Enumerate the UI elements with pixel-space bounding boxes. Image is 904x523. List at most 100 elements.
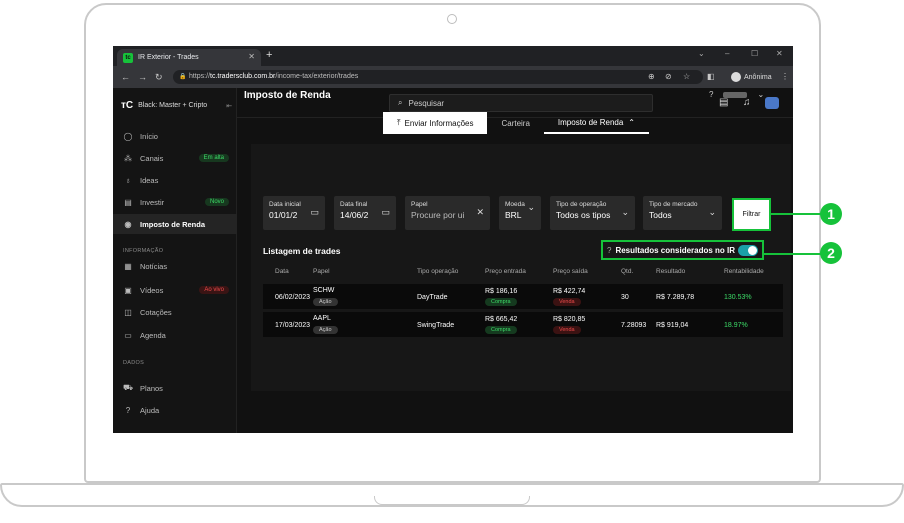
quotes-icon: ◫ xyxy=(124,307,132,317)
reload-icon[interactable]: ↻ xyxy=(155,72,163,83)
close-tab-icon[interactable]: ✕ xyxy=(248,52,255,61)
sidebar-item-investir[interactable]: ▤ Investir Novo xyxy=(113,192,237,212)
callout-marker-1: 1 xyxy=(820,203,842,225)
forward-icon[interactable]: → xyxy=(138,72,147,82)
new-tab-icon[interactable]: + xyxy=(266,49,272,61)
username-redacted xyxy=(723,91,748,98)
plan-name: Black: Master + Cripto xyxy=(138,102,208,109)
trade-date: 06/02/2023 xyxy=(275,294,311,301)
column-header-data[interactable]: Data xyxy=(275,268,289,275)
incognito-icon xyxy=(731,72,741,82)
tracking-blocked-icon[interactable]: ⊘ xyxy=(665,72,672,81)
avatar[interactable] xyxy=(765,97,779,109)
sidebar-item-agenda[interactable]: ▭ Agenda xyxy=(113,325,237,345)
entry-price: R$ 665,42 xyxy=(485,316,518,323)
collapse-sidebar-icon[interactable]: ⇤ xyxy=(226,102,232,110)
tab-label: Enviar Informações xyxy=(404,118,474,128)
sidebar-item-imposto-de-renda[interactable]: ◉ Imposto de Renda xyxy=(113,214,237,234)
zoom-icon[interactable]: ⊕ xyxy=(648,72,655,81)
tab-carteira[interactable]: Carteira xyxy=(487,112,543,134)
sell-tag: Venda xyxy=(553,326,581,334)
clear-icon[interactable]: ✕ xyxy=(476,207,484,218)
sidebar-item-label: Agenda xyxy=(140,330,166,340)
column-header-tipo-operacao[interactable]: Tipo operação xyxy=(417,268,458,275)
sidebar-item-label: Planos xyxy=(140,383,163,393)
list-title: Listagem de trades xyxy=(263,246,341,256)
live-badge: Ao vivo xyxy=(199,286,229,294)
invest-icon: ▤ xyxy=(124,197,132,207)
user-menu[interactable]: ? ⌄ xyxy=(709,90,764,99)
bookmark-star-icon[interactable]: ☆ xyxy=(683,72,690,81)
ticker: SCHW xyxy=(313,287,335,294)
address-bar[interactable]: 🔒 https://tc.tradersclub.com.br/income-t… xyxy=(173,70,703,84)
upload-icon: ⤒ xyxy=(397,118,401,127)
ir-results-toggle-row[interactable]: ? Resultados considerados no IR xyxy=(601,240,764,260)
calendar-icon[interactable]: ▭ xyxy=(310,207,319,218)
incognito-profile[interactable]: Anônima xyxy=(731,70,772,84)
search-input[interactable]: ⌕ Pesquisar xyxy=(389,94,653,112)
sidebar-item-ideas[interactable]: ♁ Ideas xyxy=(113,170,237,190)
column-header-preco-entrada[interactable]: Preço entrada xyxy=(485,268,526,275)
brand[interactable]: ᴛC Black: Master + Cripto ⇤ xyxy=(121,100,232,111)
calendar-icon[interactable]: ▭ xyxy=(381,207,390,218)
browser-toolbar: ← → ↻ 🔒 https://tc.tradersclub.com.br/in… xyxy=(113,66,793,88)
help-circle-icon[interactable]: ? xyxy=(607,246,611,255)
buy-tag: Compra xyxy=(485,326,517,334)
quantity: 7.28093 xyxy=(621,322,647,329)
end-date-field[interactable]: Data final 14/06/2 ▭ xyxy=(334,196,396,230)
tab-enviar-informacoes[interactable]: ⤒ Enviar Informações xyxy=(383,112,488,134)
maximize-icon[interactable]: ☐ xyxy=(751,49,758,58)
side-panel-icon[interactable]: ◧ xyxy=(707,72,715,81)
close-window-icon[interactable]: ✕ xyxy=(776,49,783,58)
buy-tag: Compra xyxy=(485,298,517,306)
minimize-icon[interactable]: – xyxy=(725,49,729,58)
column-header-preco-saida[interactable]: Preço saída xyxy=(553,268,588,275)
lightbulb-icon: ♁ xyxy=(125,175,131,185)
exit-price: R$ 820,85 xyxy=(553,316,586,323)
column-header-papel[interactable]: Papel xyxy=(313,268,330,275)
sidebar-item-canais[interactable]: ⁂ Canais Em alta xyxy=(113,148,237,168)
ir-results-toggle[interactable] xyxy=(738,245,758,256)
sidebar-item-label: Investir xyxy=(140,197,165,207)
exit-price: R$ 422,74 xyxy=(553,288,586,295)
asset-type-tag: Ação xyxy=(313,326,338,334)
cart-icon: ⛟ xyxy=(123,383,134,392)
table-row[interactable]: 06/02/2023 SCHW Ação DayTrade R$ 186,16 … xyxy=(263,284,783,309)
page-title: Imposto de Renda xyxy=(244,90,331,101)
column-header-qtd[interactable]: Qtd. xyxy=(621,268,633,275)
currency-select[interactable]: Moeda BRL ⌄ xyxy=(499,196,541,230)
help-circle-icon[interactable]: ? xyxy=(709,90,713,99)
operation-type-select[interactable]: Tipo de operação Todos os tipos ⌄ xyxy=(550,196,635,230)
sidebar-item-videos[interactable]: ▣ Vídeos Ao vivo xyxy=(113,280,237,300)
browser-tab[interactable]: tc IR Exterior - Trades ✕ xyxy=(117,49,261,66)
asset-search-field[interactable]: Papel Procure por ui ✕ xyxy=(405,196,490,230)
new-badge: Novo xyxy=(204,198,229,206)
subtabs: ⤒ Enviar Informações Carteira Imposto de … xyxy=(383,112,649,134)
help-icon: ? xyxy=(125,405,131,415)
home-icon: ◯ xyxy=(123,131,133,141)
market-type-select[interactable]: Tipo de mercado Todos ⌄ xyxy=(643,196,722,230)
tab-imposto-de-renda[interactable]: Imposto de Renda ⌃ xyxy=(543,112,649,134)
sidebar-item-label: Imposto de Renda xyxy=(140,219,206,229)
sidebar-item-planos[interactable]: ⛟ Planos xyxy=(113,378,237,398)
section-title-dados: DADOS xyxy=(123,360,145,366)
start-date-field[interactable]: Data inicial 01/01/2 ▭ xyxy=(263,196,325,230)
chevron-down-icon: ⌄ xyxy=(708,207,716,217)
sidebar-item-ajuda[interactable]: ? Ajuda xyxy=(113,400,237,420)
sidebar-item-inicio[interactable]: ◯ Início xyxy=(113,126,237,146)
tab-search-chevron-icon[interactable]: ⌄ xyxy=(698,49,705,58)
tab-label: Imposto de Renda xyxy=(557,117,624,127)
back-icon[interactable]: ← xyxy=(121,72,130,82)
sidebar-item-noticias[interactable]: ▦ Notícias xyxy=(113,256,237,276)
browser-menu-icon[interactable]: ⋮ xyxy=(781,72,789,81)
tab-title: IR Exterior - Trades xyxy=(138,54,199,61)
table-row[interactable]: 17/03/2023 AAPL Ação SwingTrade R$ 665,4… xyxy=(263,312,783,337)
video-icon: ▣ xyxy=(124,285,132,295)
sidebar-item-label: Início xyxy=(140,131,158,141)
search-placeholder: Pesquisar xyxy=(408,98,445,108)
column-header-rentabilidade[interactable]: Rentabilidade xyxy=(724,268,764,275)
sidebar-item-cotacoes[interactable]: ◫ Cotações xyxy=(113,302,237,322)
column-header-resultado[interactable]: Resultado xyxy=(656,268,685,275)
section-title-informacao: INFORMAÇÃO xyxy=(123,248,164,254)
filter-button[interactable]: Filtrar xyxy=(732,198,771,231)
